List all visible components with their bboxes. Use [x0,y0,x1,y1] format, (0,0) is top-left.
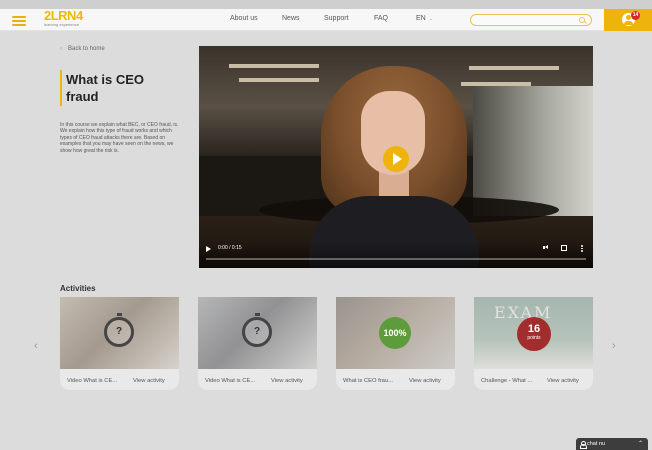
view-activity-link[interactable]: View activity [271,378,303,384]
menu-icon[interactable] [12,16,26,26]
user-menu-button[interactable]: 14 [604,9,652,31]
activity-thumbnail: ? [198,297,317,369]
browser-strip [0,0,652,9]
video-controls: 0:00 / 0:15 [199,242,593,268]
activity-label: Challenge - What ... [481,378,533,384]
nav-support[interactable]: Support [324,15,349,22]
person-icon [580,441,587,449]
logo-tagline: learning experience [44,22,79,27]
activity-thumbnail: EXAM 16 points [474,297,593,369]
ceiling-light [229,64,319,68]
points-label: points [527,335,541,341]
chevron-up-icon: ⌃ [638,441,644,447]
chevron-left-icon: ‹ [60,46,62,52]
course-description: In this course we explain what BEC, or C… [60,122,179,154]
stopwatch-mark: ? [253,326,261,337]
video-time: 0:00 / 0:15 [218,245,242,251]
nav-faq[interactable]: FAQ [374,15,388,22]
video-player[interactable]: 0:00 / 0:15 [199,46,593,268]
activity-label: Video What is CE... [67,378,118,384]
navigation-bar: 2LRN4 learning experience About us News … [0,9,652,31]
chat-button[interactable]: chat nu ⌃ [576,438,648,450]
stopwatch-mark: ? [115,326,123,337]
nav-news[interactable]: News [282,15,300,22]
activity-thumbnail: ? [60,297,179,369]
play-small-icon[interactable] [206,246,211,252]
back-label: Back to home [68,46,105,52]
top-bar: 2LRN4 learning experience About us News … [0,0,652,40]
logo-text: 2LRN4 [44,8,83,23]
notification-badge: 14 [631,11,640,20]
search-input[interactable] [470,14,592,26]
more-options-icon[interactable] [581,245,583,252]
page-title: What is CEO fraud [66,72,145,104]
activity-thumbnail: 100% [336,297,455,369]
fullscreen-icon[interactable] [561,245,567,251]
chevron-left-icon[interactable]: ‹ [34,340,38,352]
volume-icon[interactable] [543,245,549,250]
language-selector[interactable]: EN ⌄ [416,15,433,22]
nav-about-us[interactable]: About us [230,15,258,22]
stopwatch-icon: ? [242,313,272,347]
search-icon[interactable] [579,17,585,23]
chevron-right-icon[interactable]: › [612,340,616,352]
score-badge: 100% [379,317,411,349]
activity-card[interactable]: EXAM 16 points Challenge - What ... View… [474,297,593,390]
chevron-down-icon: ⌄ [428,16,433,22]
activity-card[interactable]: ? Video What is CE... View activity [198,297,317,390]
language-label: EN [416,15,426,22]
view-activity-link[interactable]: View activity [409,378,441,384]
points-badge: 16 points [517,317,551,351]
ceiling-light [239,78,319,82]
chat-label: chat nu [587,441,606,447]
activities-heading: Activities [60,284,96,293]
back-to-home-link[interactable]: ‹ Back to home [60,46,105,52]
activity-label: Video What is CE... [205,378,256,384]
logo[interactable]: 2LRN4 learning experience [44,8,94,30]
points-value: 16 [527,323,541,335]
view-activity-link[interactable]: View activity [133,378,165,384]
title-accent-bar [60,70,62,106]
video-progress-bar[interactable] [206,258,586,260]
ceiling-light [469,66,559,70]
activity-card[interactable]: 100% What is CEO frau... View activity [336,297,455,390]
play-icon[interactable] [383,146,409,172]
stopwatch-icon: ? [104,313,134,347]
activity-card[interactable]: ? Video What is CE... View activity [60,297,179,390]
view-activity-link[interactable]: View activity [547,378,579,384]
activity-label: What is CEO frau... [343,378,393,384]
